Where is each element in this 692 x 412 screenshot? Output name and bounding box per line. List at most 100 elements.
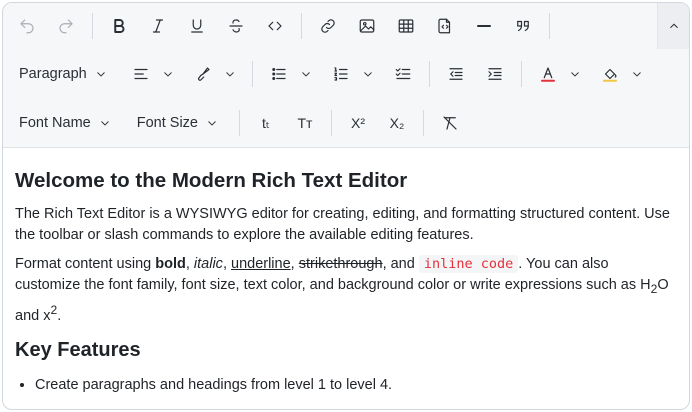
block-format-label: Paragraph — [19, 66, 87, 82]
embed-button[interactable] — [429, 10, 461, 42]
italic-icon — [152, 19, 164, 33]
collapse-toolbar-button[interactable] — [657, 3, 689, 49]
lowercase-icon: tₜ — [261, 114, 270, 131]
font-name-label: Font Name — [19, 115, 91, 131]
subscript-icon: X₂ — [389, 115, 405, 131]
chevron-down-icon[interactable] — [564, 58, 586, 90]
paint-bucket-icon — [602, 68, 617, 82]
numbered-list-dropdown[interactable] — [325, 58, 379, 90]
horizontal-rule-button[interactable] — [468, 10, 500, 42]
file-code-icon — [438, 18, 451, 34]
bold-icon — [114, 19, 125, 33]
toolbar-divider — [251, 61, 253, 87]
text-run: Format content using — [15, 256, 156, 272]
font-size-label: Font Size — [136, 115, 198, 131]
toolbar-divider — [428, 61, 430, 87]
chevron-down-icon — [95, 68, 107, 80]
doc-heading-2: Key Features — [15, 338, 141, 361]
superscript-icon: X² — [350, 115, 365, 131]
chevron-down-icon[interactable] — [219, 58, 241, 90]
toolbar-divider — [520, 61, 522, 87]
outdent-button[interactable] — [440, 58, 472, 90]
italic-button[interactable] — [142, 10, 174, 42]
checklist-icon — [395, 68, 411, 80]
toolbar-divider — [92, 13, 93, 39]
background-color-dropdown[interactable] — [594, 58, 648, 90]
underline-icon — [191, 19, 203, 33]
strikethrough-text: strikethrough — [298, 256, 383, 272]
image-button[interactable] — [351, 10, 383, 42]
link-button[interactable] — [312, 10, 344, 42]
toolbar-divider — [330, 110, 332, 136]
align-left-icon — [134, 68, 148, 80]
code-icon — [268, 21, 282, 31]
link-icon — [321, 19, 335, 33]
chevron-down-icon[interactable] — [157, 58, 179, 90]
text-run: , and — [382, 256, 419, 272]
text-run: , — [290, 256, 299, 272]
toolbar-row-3: Font Name Font Size tₜ Tт X² X₂ — [3, 99, 689, 147]
superscript-button[interactable]: X² — [342, 107, 374, 139]
font-name-dropdown[interactable]: Font Name — [11, 107, 119, 139]
redo-icon — [59, 19, 73, 34]
align-button[interactable] — [125, 58, 157, 90]
font-size-dropdown[interactable]: Font Size — [129, 107, 226, 139]
rich-text-editor: Paragraph Font Name Font Size tₜ Tт X² X… — [2, 2, 690, 410]
strikethrough-icon — [229, 19, 243, 33]
alignment-dropdown[interactable] — [125, 58, 179, 90]
blockquote-button[interactable] — [507, 10, 539, 42]
image-icon — [359, 19, 375, 33]
inline-code: inline code — [418, 255, 519, 273]
quote-icon — [517, 20, 529, 32]
format-painter-dropdown[interactable] — [187, 58, 241, 90]
table-button[interactable] — [390, 10, 422, 42]
subscript-button[interactable]: X₂ — [381, 107, 413, 139]
horizontal-line-icon — [477, 25, 491, 27]
undo-icon — [20, 19, 34, 34]
feature-list: Create paragraphs and headings from leve… — [15, 375, 677, 396]
underline-button[interactable] — [181, 10, 213, 42]
lowercase-button[interactable]: tₜ — [250, 107, 282, 139]
doc-heading-1: Welcome to the Modern Rich Text Editor — [15, 169, 408, 192]
clear-formatting-button[interactable] — [434, 107, 466, 139]
font-color-icon — [540, 67, 555, 82]
bold-button[interactable] — [103, 10, 135, 42]
font-color-dropdown[interactable] — [532, 58, 586, 90]
chevron-down-icon[interactable] — [626, 58, 648, 90]
redo-button[interactable] — [50, 10, 82, 42]
strikethrough-button[interactable] — [220, 10, 252, 42]
chevron-down-icon — [206, 117, 218, 129]
chevron-down-icon[interactable] — [357, 58, 379, 90]
toolbar: Paragraph Font Name Font Size tₜ Tт X² X… — [3, 3, 689, 148]
undo-button[interactable] — [11, 10, 43, 42]
list-item: Create paragraphs and headings from leve… — [35, 375, 677, 396]
format-paragraph: Format content using bold, italic, under… — [15, 254, 677, 327]
numbered-list-icon — [334, 67, 348, 81]
inline-code-button[interactable] — [259, 10, 291, 42]
toolbar-divider — [238, 110, 240, 136]
paint-brush-icon — [197, 67, 210, 81]
toolbar-row-2: Paragraph — [3, 49, 689, 99]
block-format-dropdown[interactable]: Paragraph — [11, 58, 115, 90]
text-run: . — [57, 307, 62, 324]
format-painter-button[interactable] — [187, 58, 219, 90]
uppercase-button[interactable]: Tт — [289, 107, 321, 139]
text-run: H — [640, 277, 651, 293]
bullet-list-button[interactable] — [263, 58, 295, 90]
font-color-button[interactable] — [532, 58, 564, 90]
editor-content[interactable]: Welcome to the Modern Rich Text Editor T… — [3, 148, 689, 396]
toolbar-row-1 — [3, 3, 689, 49]
bullet-list-dropdown[interactable] — [263, 58, 317, 90]
bold-text: bold — [155, 256, 186, 272]
numbered-list-button[interactable] — [325, 58, 357, 90]
indent-button[interactable] — [479, 58, 511, 90]
toolbar-divider — [549, 13, 550, 39]
background-color-button[interactable] — [594, 58, 626, 90]
indent-icon — [488, 68, 502, 80]
chevron-down-icon[interactable] — [295, 58, 317, 90]
uppercase-icon: Tт — [297, 115, 313, 131]
checklist-button[interactable] — [387, 58, 419, 90]
underline-text: underline — [231, 256, 291, 272]
chevron-down-icon — [99, 117, 111, 129]
chevron-up-icon — [669, 23, 678, 29]
